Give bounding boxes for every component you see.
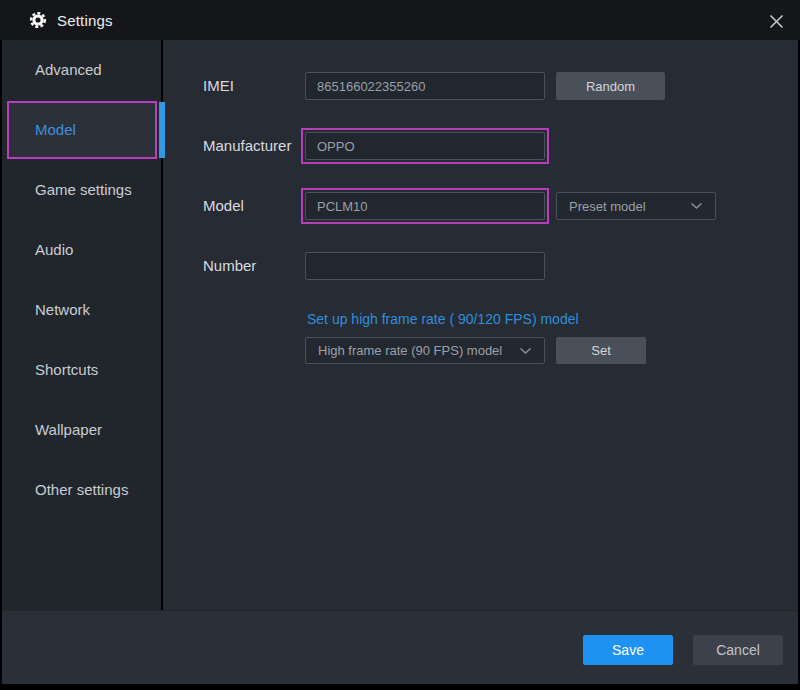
- high-frame-rate-link[interactable]: Set up high frame rate ( 90/120 FPS) mod…: [307, 311, 579, 327]
- model-input[interactable]: [305, 192, 545, 220]
- sidebar-item-wallpaper[interactable]: Wallpaper: [2, 400, 161, 460]
- settings-sidebar: Advanced Model Game settings Audio Netwo…: [2, 40, 161, 610]
- imei-label: IMEI: [203, 72, 234, 100]
- selection-indicator-bar: [159, 102, 165, 158]
- sidebar-item-shortcuts[interactable]: Shortcuts: [2, 340, 161, 400]
- number-input[interactable]: [305, 252, 545, 280]
- manufacturer-input[interactable]: [305, 132, 545, 160]
- gear-icon: [29, 11, 47, 29]
- sidebar-item-model[interactable]: Model: [2, 100, 161, 160]
- settings-content: IMEI Random Manufacturer Model Preset mo…: [163, 40, 798, 610]
- chevron-down-icon: [519, 347, 532, 355]
- sidebar-item-advanced[interactable]: Advanced: [2, 40, 161, 100]
- close-icon[interactable]: [764, 9, 788, 33]
- selection-highlight-box: [7, 101, 157, 159]
- number-label: Number: [203, 252, 256, 280]
- sidebar-item-audio[interactable]: Audio: [2, 220, 161, 280]
- save-button[interactable]: Save: [583, 635, 673, 665]
- cancel-button[interactable]: Cancel: [693, 635, 783, 665]
- high-frame-rate-dropdown[interactable]: High frame rate (90 FPS) model: [305, 337, 545, 364]
- window-title: Settings: [57, 12, 113, 29]
- sidebar-item-game-settings[interactable]: Game settings: [2, 160, 161, 220]
- model-label: Model: [203, 192, 244, 220]
- set-button[interactable]: Set: [556, 337, 646, 364]
- footer-bar: Save Cancel: [2, 610, 798, 684]
- title-bar: Settings: [0, 0, 800, 40]
- random-button[interactable]: Random: [556, 72, 665, 100]
- preset-model-dropdown[interactable]: Preset model: [556, 192, 716, 220]
- settings-window: Settings Advanced Model Game settings Au…: [0, 0, 800, 690]
- sidebar-item-other-settings[interactable]: Other settings: [2, 460, 161, 520]
- sidebar-item-network[interactable]: Network: [2, 280, 161, 340]
- chevron-down-icon: [690, 202, 703, 210]
- manufacturer-label: Manufacturer: [203, 132, 291, 160]
- imei-input[interactable]: [305, 72, 545, 100]
